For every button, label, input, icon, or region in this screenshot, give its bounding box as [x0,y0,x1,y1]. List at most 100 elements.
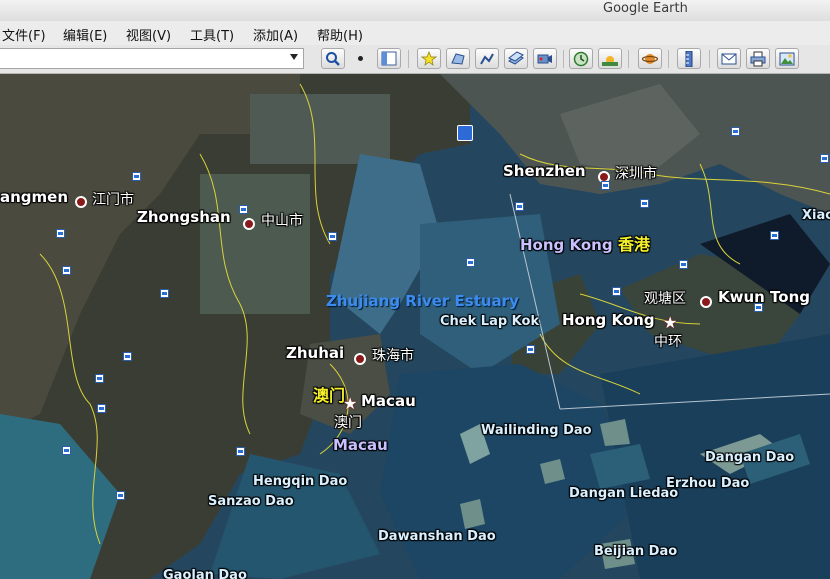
image-overlay-icon [508,51,524,65]
toolbar-separator [668,50,669,68]
poi-marker[interactable] [123,352,132,361]
poi-marker[interactable] [526,345,535,354]
poi-marker[interactable] [328,232,337,241]
ruler-button[interactable] [677,48,701,69]
label-kwun-tong-zh: 观塘区 [644,291,686,307]
poi-marker[interactable] [515,202,524,211]
label-erzhou: Erzhou Dao [666,476,750,491]
poi-marker[interactable] [679,260,688,269]
poi-marker[interactable] [601,181,610,190]
poi-marker[interactable] [770,231,779,240]
poi-marker[interactable] [116,491,125,500]
label-central-zh: 中环 [654,334,682,350]
ruler-icon [685,51,693,67]
poi-marker[interactable] [62,446,71,455]
map-view[interactable]: angmen 江门市 Zhongshan 中山市 Shenzhen 深圳市 Ho… [0,74,830,579]
save-image-icon [779,52,795,66]
print-button[interactable] [746,48,770,69]
label-shenzhen-en: Shenzhen [503,162,586,180]
email-icon [721,53,737,65]
menu-view[interactable]: 视图(V) [126,25,171,44]
label-gaolan: Gaolan Dao [163,568,247,579]
label-beijian: Beijian Dao [594,544,678,559]
menu-file[interactable]: 文件(F) [2,25,46,44]
label-macau-region: Macau [333,436,388,454]
record-tour-icon [537,54,552,64]
city-marker-zhongshan[interactable] [243,218,255,230]
poi-marker[interactable] [754,303,763,312]
menu-add[interactable]: 添加(A) [253,25,298,44]
email-button[interactable] [717,48,741,69]
search-input[interactable] [0,48,304,69]
menu-bar: 文件(F) 编辑(E) 视图(V) 工具(T) 添加(A) 帮助(H) [0,21,830,45]
historical-imagery-button[interactable] [569,48,593,69]
label-zhongshan-en: Zhongshan [137,208,231,226]
poi-marker[interactable] [731,127,740,136]
poi-marker[interactable] [640,199,649,208]
menu-edit[interactable]: 编辑(E) [63,25,107,44]
sidebar-toggle-button[interactable] [377,48,401,69]
label-shenzhen-zh: 深圳市 [615,166,657,182]
label-hongkong-city: Hong Kong [562,311,655,329]
record-tour-button[interactable] [533,48,557,69]
historical-imagery-icon [573,51,589,67]
satellite-imagery [0,74,830,579]
poi-marker[interactable] [95,374,104,383]
label-zhuhai-zh: 珠海市 [372,348,414,364]
add-path-button[interactable] [475,48,499,69]
sidebar-toggle-icon [381,51,397,66]
add-placemark-button[interactable] [417,48,441,69]
airplane-icon[interactable] [457,125,473,141]
city-marker-zhuhai[interactable] [354,353,366,365]
label-kwun-tong-en: Kwun Tong [718,288,811,306]
toolbar-separator [628,50,629,68]
label-dangan-liedao: Dangan Liedao [569,486,679,501]
poi-marker[interactable] [612,287,621,296]
poi-marker[interactable] [239,205,248,214]
title-bar: Google Earth [0,0,830,21]
poi-marker[interactable] [820,154,829,163]
label-zhongshan-zh: 中山市 [261,213,303,229]
sunlight-button[interactable] [598,48,622,69]
chevron-down-icon[interactable] [290,54,298,60]
menu-help[interactable]: 帮助(H) [317,25,363,44]
label-dawanshan: Dawanshan Dao [378,529,496,544]
label-zhuhai-en: Zhuhai [286,344,345,362]
label-hongkong-region-zh: 香港 [618,235,651,254]
label-macau-zh: 澳门 [334,415,362,431]
label-dangan: Dangan Dao [705,450,795,465]
menu-tools[interactable]: 工具(T) [190,25,234,44]
capital-star-icon[interactable]: ★ [663,315,677,331]
poi-marker[interactable] [62,266,71,275]
label-estuary: Zhujiang River Estuary [326,292,519,310]
toolbar-separator [709,50,710,68]
poi-marker[interactable] [56,229,65,238]
poi-marker[interactable] [466,258,475,267]
label-chek-lap-kok: Chek Lap Kok [440,314,540,329]
poi-marker[interactable] [236,447,245,456]
planets-icon [642,54,658,64]
save-image-button[interactable] [775,48,799,69]
poi-marker[interactable] [97,404,106,413]
search-button[interactable] [321,48,345,69]
poi-marker[interactable] [132,172,141,181]
label-xiao: Xiao [802,208,830,223]
city-marker-jiangmen[interactable] [75,196,87,208]
city-marker-kwun-tong[interactable] [700,296,712,308]
capital-star-icon[interactable]: ★ [343,396,357,412]
poi-marker[interactable] [160,289,169,298]
add-image-overlay-button[interactable] [504,48,528,69]
window-title: Google Earth [603,1,688,16]
label-sanzao: Sanzao Dao [208,494,294,509]
label-macau-zh-yellow: 澳门 [313,386,346,405]
polygon-icon [451,53,465,65]
add-polygon-button[interactable] [446,48,470,69]
search-icon [326,52,340,66]
toolbar [0,45,830,74]
path-icon [480,53,494,65]
toolbar-separator [563,50,564,68]
label-hengqin: Hengqin Dao [253,474,348,489]
print-icon [750,51,766,67]
sunlight-icon [602,56,618,66]
planets-button[interactable] [638,48,662,69]
